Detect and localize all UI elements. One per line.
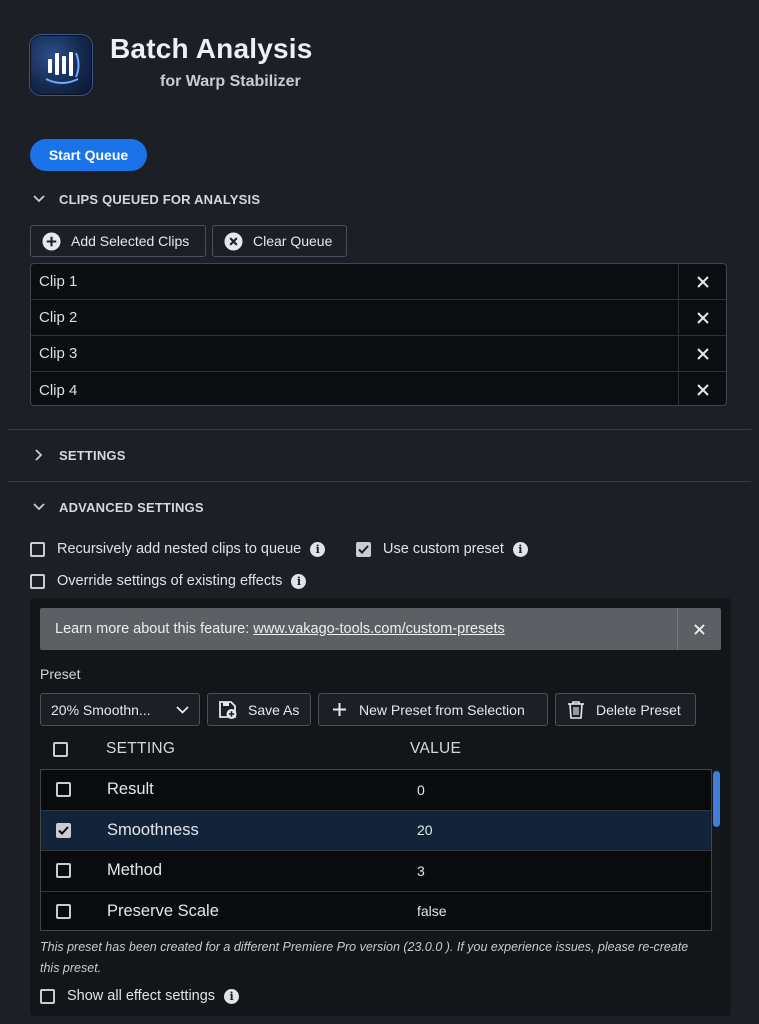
option-label: Use custom preset (383, 541, 504, 557)
app-logo (29, 34, 93, 96)
row-checkbox-checked[interactable] (55, 822, 71, 838)
settings-table: Result 0 Smoothness 20 Method 3 Preserve… (40, 769, 712, 931)
select-all-checkbox[interactable] (53, 742, 68, 762)
checkmark-icon (57, 826, 69, 835)
clip-name: Clip 3 (31, 336, 679, 371)
row-checkbox[interactable] (55, 903, 71, 919)
checkbox[interactable] (40, 988, 55, 1004)
delete-preset-button[interactable]: Delete Preset (555, 693, 696, 726)
option-label: Recursively add nested clips to queue (57, 541, 302, 557)
divider (8, 429, 751, 430)
button-label: Save As (248, 701, 300, 718)
section-clips-queued-header[interactable]: CLIPS QUEUED FOR ANALYSIS (30, 189, 260, 209)
banner-message: Learn more about this feature: (55, 621, 254, 637)
clip-row[interactable]: Clip 4 (31, 372, 726, 405)
add-selected-clips-button[interactable]: Add Selected Clips (30, 225, 206, 257)
close-icon (696, 311, 709, 324)
setting-value[interactable]: 0 (415, 782, 425, 798)
column-header-setting[interactable]: SETTING (106, 740, 175, 758)
remove-clip-button[interactable] (679, 300, 726, 335)
trash-icon (566, 700, 586, 720)
row-checkbox[interactable] (55, 782, 71, 798)
setting-name: Result (107, 780, 154, 799)
button-label: New Preset from Selection (359, 701, 525, 718)
waveform-icon (45, 52, 80, 84)
setting-name: Smoothness (107, 820, 199, 839)
banner-close-button[interactable] (677, 608, 721, 650)
save-add-icon (218, 700, 238, 720)
option-override-existing[interactable]: Override settings of existing effects i (30, 571, 307, 591)
column-header-value[interactable]: VALUE (410, 740, 461, 758)
new-preset-from-selection-button[interactable]: New Preset from Selection (318, 693, 548, 726)
table-row[interactable]: Preserve Scale false (41, 892, 711, 931)
info-icon[interactable]: i (512, 541, 528, 557)
section-title: SETTINGS (59, 447, 126, 463)
section-title: ADVANCED SETTINGS (59, 499, 204, 515)
table-row-selected[interactable]: Smoothness 20 (41, 810, 711, 851)
chevron-right-icon (30, 446, 48, 464)
option-use-custom-preset[interactable]: Use custom preset i (356, 539, 528, 559)
clip-row[interactable]: Clip 2 (31, 300, 726, 336)
custom-presets-link[interactable]: www.vakago-tools.com/custom-presets (253, 621, 504, 637)
preset-label: Preset (40, 666, 81, 682)
plus-circle-icon (41, 231, 61, 251)
close-icon (696, 347, 709, 360)
clip-name: Clip 1 (31, 264, 679, 299)
option-recursive-nested[interactable]: Recursively add nested clips to queue i (30, 539, 326, 559)
banner-text: Learn more about this feature: www.vakag… (40, 621, 677, 637)
checkbox[interactable] (30, 541, 45, 557)
close-circle-icon (223, 231, 243, 251)
remove-clip-button[interactable] (679, 336, 726, 371)
table-scrollbar-thumb[interactable] (713, 771, 720, 827)
section-advanced-settings-header[interactable]: ADVANCED SETTINGS (30, 497, 204, 517)
info-icon[interactable]: i (310, 541, 326, 557)
clip-row[interactable]: Clip 1 (31, 264, 726, 300)
chevron-down-icon (30, 190, 48, 208)
option-show-all-effect-settings[interactable]: Show all effect settings i (40, 986, 240, 1006)
table-row[interactable]: Method 3 (41, 851, 711, 892)
checkmark-icon (358, 544, 369, 554)
preset-select[interactable]: 20% Smoothn... (40, 693, 200, 726)
app-title: Batch Analysis (110, 33, 313, 64)
setting-name: Method (107, 861, 163, 880)
remove-clip-button[interactable] (679, 372, 726, 405)
version-warning-note: This preset has been created for a diffe… (40, 940, 689, 975)
checkbox-checked[interactable] (356, 541, 371, 557)
checkbox[interactable] (30, 573, 45, 589)
info-icon[interactable]: i (224, 988, 240, 1004)
close-icon (694, 623, 705, 635)
chevron-down-icon (30, 498, 48, 516)
close-icon (696, 384, 709, 396)
clip-name: Clip 4 (31, 372, 679, 405)
remove-clip-button[interactable] (679, 264, 726, 299)
info-banner: Learn more about this feature: www.vakag… (40, 608, 721, 650)
table-row[interactable]: Result 0 (41, 770, 711, 811)
row-checkbox[interactable] (55, 863, 71, 879)
plus-icon (329, 700, 349, 720)
clear-queue-button[interactable]: Clear Queue (212, 225, 347, 257)
option-label: Override settings of existing effects (57, 573, 283, 589)
clip-queue-list: Clip 1 Clip 2 Clip 3 Clip 4 (30, 263, 727, 406)
section-settings-header[interactable]: SETTINGS (30, 445, 126, 465)
setting-name: Preserve Scale (107, 901, 219, 920)
setting-value[interactable]: 20 (415, 822, 433, 838)
close-icon (696, 275, 709, 288)
setting-value[interactable]: false (415, 903, 447, 919)
preset-selected-value: 20% Smoothn... (51, 701, 151, 718)
clip-name: Clip 2 (31, 300, 679, 335)
divider (8, 481, 751, 482)
chevron-down-icon (176, 705, 189, 714)
app-subtitle: for Warp Stabilizer (160, 73, 301, 90)
button-label: Add Selected Clips (71, 233, 190, 249)
button-label: Clear Queue (253, 233, 333, 249)
section-title: CLIPS QUEUED FOR ANALYSIS (59, 191, 261, 207)
start-queue-button[interactable]: Start Queue (30, 139, 147, 171)
setting-value[interactable]: 3 (415, 863, 425, 879)
option-label: Show all effect settings (67, 988, 216, 1004)
checkbox[interactable] (53, 742, 68, 757)
save-as-button[interactable]: Save As (207, 693, 311, 726)
button-label: Delete Preset (596, 701, 681, 718)
clip-row[interactable]: Clip 3 (31, 336, 726, 372)
info-icon[interactable]: i (291, 573, 307, 589)
